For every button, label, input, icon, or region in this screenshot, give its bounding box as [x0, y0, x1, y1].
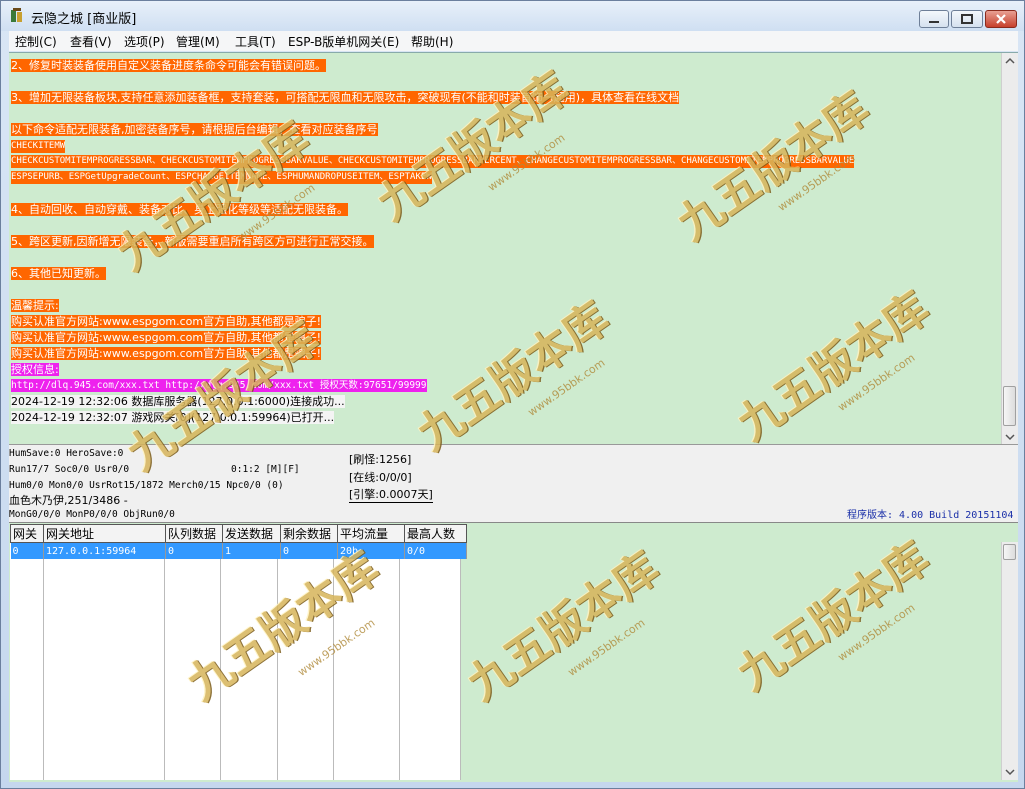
- column-header[interactable]: 剩余数据: [280, 524, 338, 543]
- menu-control[interactable]: 控制(C): [15, 33, 57, 50]
- status-engine: [引擎:0.0007天]: [349, 488, 433, 503]
- column-header[interactable]: 平均流量: [337, 524, 405, 543]
- close-button[interactable]: [985, 10, 1017, 28]
- log-line: http://dlq.945.com/xxx.txt http://dlq.94…: [11, 379, 427, 392]
- column-header[interactable]: 最高人数: [404, 524, 467, 543]
- log-line: 授权信息:: [11, 363, 59, 376]
- status-pane: HumSave:0 HeroSave:0 Run17/7 Soc0/0 Usr0…: [9, 444, 1018, 522]
- log-line: 6、其他已知更新。: [11, 267, 106, 280]
- menu-options[interactable]: 选项(P): [124, 33, 165, 50]
- menu-tools[interactable]: 工具(T): [235, 33, 276, 50]
- log-line: 3、增加无限装备板块,支持任意添加装备框，支持套装，可搭配无限血和无限攻击，突破…: [11, 91, 680, 104]
- column-header[interactable]: 队列数据: [165, 524, 223, 543]
- status-hum: Hum0/0 Mon0/0 UsrRot15/1872 Merch0/15 Np…: [9, 480, 284, 491]
- minimize-icon: [929, 21, 939, 23]
- gateway-grid-pane: 网关 网关地址 队列数据 发送数据 剩余数据 平均流量 最高人数 0 127.0…: [9, 522, 1018, 782]
- window-title: 云隐之城 [商业版]: [31, 12, 137, 27]
- log-line: 购买认准官方网站:www.espgom.com官方自助,其他都是骗子!: [11, 347, 321, 360]
- table-cell: 0: [165, 542, 223, 559]
- status-online: [在线:0/0/0]: [349, 471, 412, 484]
- table-header-row: 网关 网关地址 队列数据 发送数据 剩余数据 平均流量 最高人数: [10, 524, 467, 543]
- log-line: ESPSEPURB、ESPGetUpgradeCount、ESPCHANGEIT…: [11, 171, 432, 184]
- log-line: CHECKITEMW: [11, 140, 66, 153]
- scroll-thumb[interactable]: [1003, 386, 1016, 426]
- log-line: 温馨提示:: [11, 299, 59, 312]
- status-monster: 血色木乃伊,251/3486 -: [9, 494, 128, 507]
- menu-help[interactable]: 帮助(H): [411, 33, 453, 50]
- menu-bar: 控制(C) 查看(V) 选项(P) 管理(M) 工具(T) ESP-B版单机网关…: [9, 31, 1018, 51]
- status-time: 0:1:2 [M][F]: [231, 464, 300, 475]
- table-cell: 0/0: [404, 542, 467, 559]
- table-cell: 0: [280, 542, 338, 559]
- scroll-down-button[interactable]: [1002, 429, 1018, 445]
- status-humsave: HumSave:0 HeroSave:0: [9, 448, 124, 459]
- status-run: Run17/7 Soc0/0 Usr0/0: [9, 464, 130, 475]
- gateway-table: 网关 网关地址 队列数据 发送数据 剩余数据 平均流量 最高人数 0 127.0…: [10, 524, 467, 559]
- chevron-down-icon: [1005, 434, 1015, 441]
- log-pane[interactable]: 2、修复时装装备使用自定义装备进度条命令可能会有错误问题。 3、增加无限装备板块…: [9, 52, 1018, 445]
- grid-body: [10, 542, 460, 780]
- log-scrollbar[interactable]: [1001, 53, 1018, 445]
- log-line: 2024-12-19 12:32:07 游戏网关[0](127.0.0.1:59…: [11, 411, 335, 424]
- table-cell: 127.0.0.1:59964: [43, 542, 166, 559]
- log-line: 2024-12-19 12:32:06 数据库服务器(127.0.0.1:600…: [11, 395, 345, 408]
- maximize-button[interactable]: [951, 10, 983, 28]
- status-refresh: [刷怪:1256]: [349, 453, 412, 466]
- maximize-icon: [961, 14, 973, 24]
- table-cell: 0: [10, 542, 44, 559]
- minimize-button[interactable]: [919, 10, 949, 28]
- chevron-down-icon: [1005, 769, 1015, 776]
- table-cell: 20b: [337, 542, 405, 559]
- title-bar[interactable]: 云隐之城 [商业版]: [1, 1, 1024, 31]
- main-window: 云隐之城 [商业版] 控制(C) 查看(V) 选项(P) 管理(M) 工具(T)…: [0, 0, 1025, 789]
- menu-manage[interactable]: 管理(M): [176, 33, 220, 50]
- log-line: 2、修复时装装备使用自定义装备进度条命令可能会有错误问题。: [11, 59, 326, 72]
- log-line: 购买认准官方网站:www.espgom.com官方自助,其他都是骗子!: [11, 331, 321, 344]
- scroll-down-button[interactable]: [1002, 764, 1018, 780]
- table-cell: 1: [222, 542, 281, 559]
- log-line: CHECKCUSTOMITEMPROGRESSBAR、CHECKCUSTOMIT…: [11, 155, 855, 168]
- column-header[interactable]: 发送数据: [222, 524, 281, 543]
- column-header[interactable]: 网关地址: [43, 524, 166, 543]
- program-version: 程序版本: 4.00 Build 20151104: [847, 510, 1014, 521]
- scroll-thumb[interactable]: [1003, 544, 1016, 560]
- close-icon: [996, 14, 1006, 24]
- scroll-up-button[interactable]: [1002, 53, 1018, 69]
- menu-esp-gateway[interactable]: ESP-B版单机网关(E): [288, 33, 399, 50]
- chevron-up-icon: [1005, 57, 1015, 64]
- log-line: 以下命令适配无限装备,加密装备序号，请根据后台编辑，查看对应装备序号: [11, 123, 378, 136]
- table-row[interactable]: 0 127.0.0.1:59964 0 1 0 20b 0/0: [10, 542, 467, 559]
- log-line: 购买认准官方网站:www.espgom.com官方自助,其他都是骗子!: [11, 315, 321, 328]
- menu-view[interactable]: 查看(V): [70, 33, 112, 50]
- log-line: 4、自动回收、自动穿戴、装备对比、身上强化等级等适配无限装备。: [11, 203, 348, 216]
- app-icon: [9, 8, 25, 24]
- log-line: 5、跨区更新,因新增无限装备，新版需要重启所有跨区方可进行正常交接。: [11, 235, 374, 248]
- column-header[interactable]: 网关: [10, 524, 44, 543]
- status-mong: MonG0/0/0 MonP0/0/0 ObjRun0/0: [9, 509, 175, 520]
- grid-scrollbar[interactable]: [1001, 542, 1018, 780]
